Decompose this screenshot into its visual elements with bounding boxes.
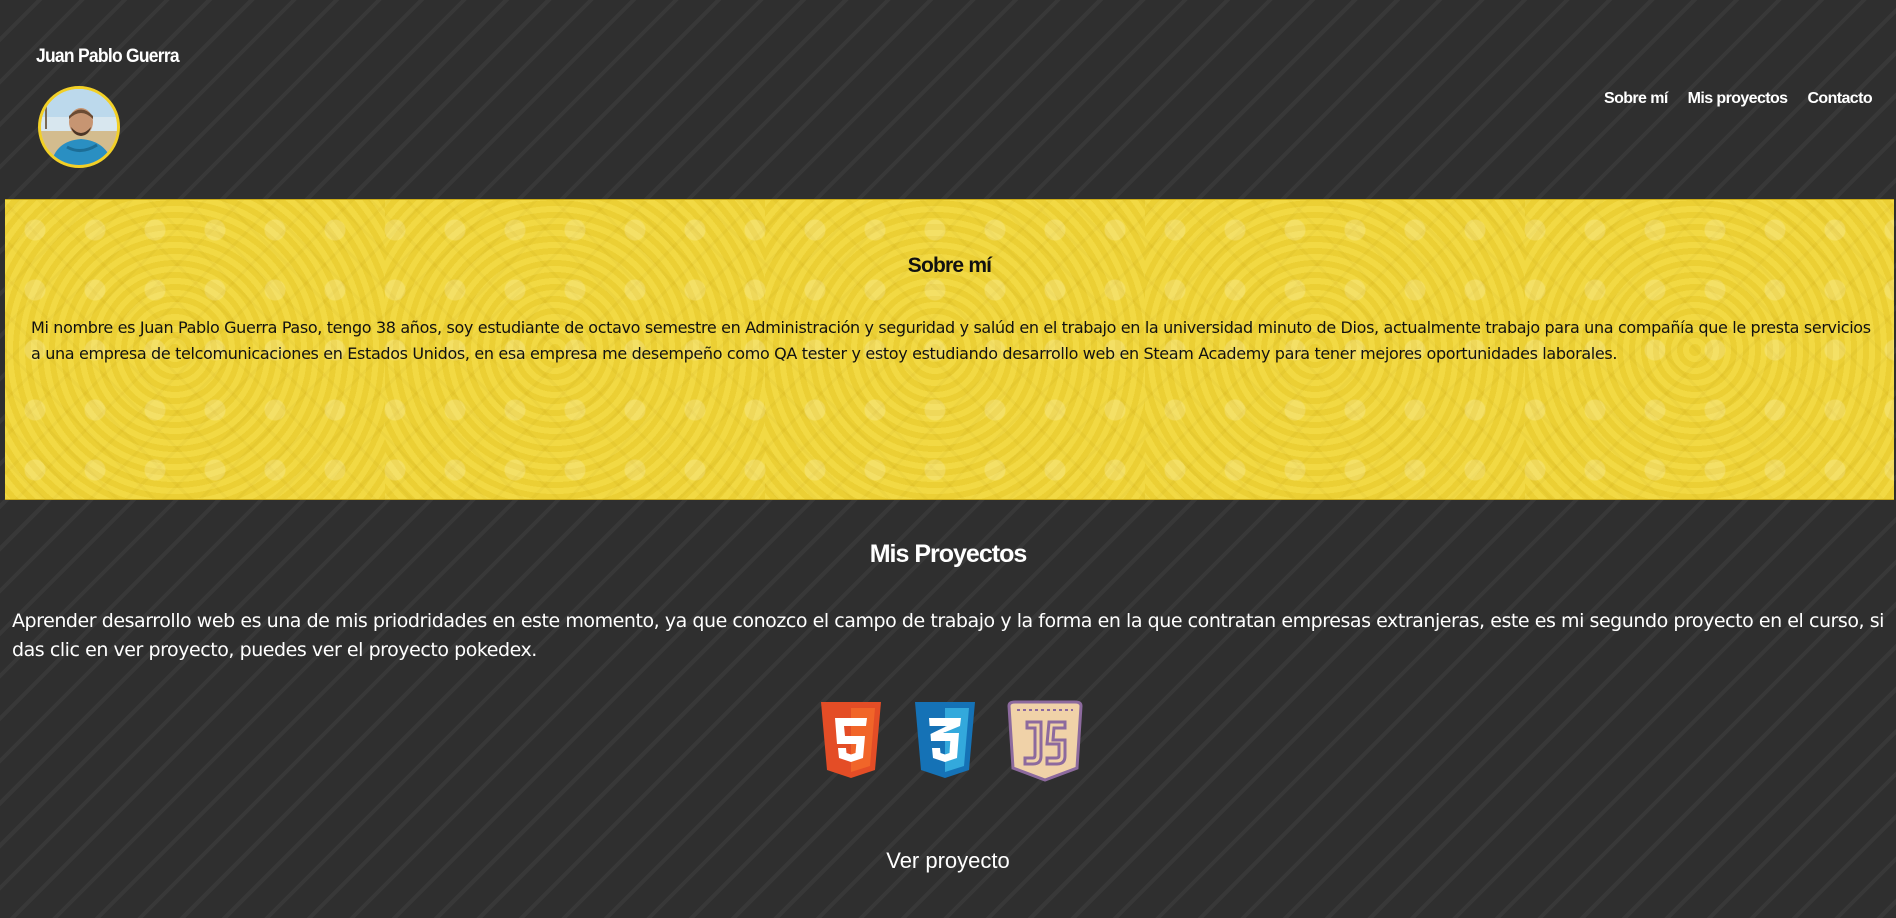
projects-title: Mis Proyectos (869, 540, 1028, 568)
avatar (38, 86, 120, 168)
projects-text: Aprender desarrollo web es una de mis pr… (12, 610, 1884, 661)
view-project-link[interactable]: Ver proyecto (0, 848, 1896, 874)
html5-icon (817, 700, 885, 788)
nav-link-sobre-mi[interactable]: Sobre mí (1604, 90, 1668, 108)
nav-link-mis-proyectos[interactable]: Mis proyectos (1688, 90, 1788, 108)
tech-icons (0, 700, 1896, 788)
about-text: Mi nombre es Juan Pablo Guerra Paso, ten… (31, 318, 1871, 363)
about-section: Sobre mí Mi nombre es Juan Pablo Guerra … (5, 199, 1894, 500)
main-nav: Sobre mí Mis proyectos Contacto (1604, 90, 1873, 108)
nav-link-contacto[interactable]: Contacto (1807, 90, 1872, 108)
profile-photo-icon (41, 89, 117, 165)
about-title: Sobre mí (907, 254, 992, 277)
javascript-icon (1005, 700, 1085, 788)
site-name: Juan Pablo Guerra (36, 46, 180, 67)
site-header: Juan Pablo Guerra Sobre mí Mis proyectos… (0, 0, 1896, 198)
css3-icon (911, 700, 979, 788)
